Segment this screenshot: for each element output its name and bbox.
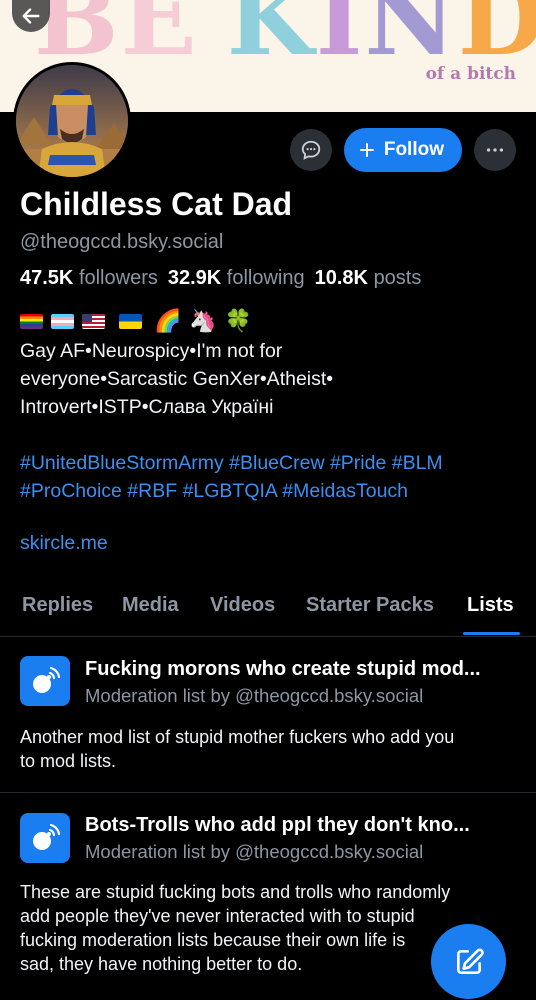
tab-starter-packs[interactable]: Starter Packs bbox=[306, 594, 434, 617]
us-flag-icon bbox=[82, 313, 105, 329]
list-meta: Moderation list by @theogccd.bsky.social bbox=[85, 841, 424, 862]
plus-icon bbox=[359, 143, 374, 157]
active-tab-indicator bbox=[463, 632, 520, 635]
rainbow-icon: 🌈 bbox=[154, 308, 182, 333]
list-title[interactable]: Fucking morons who create stupid mod... bbox=[85, 658, 481, 681]
posts-stat: 10.8K posts bbox=[315, 267, 422, 290]
profile-actions: Follow bbox=[289, 128, 516, 172]
display-name: Childless Cat Dad bbox=[20, 186, 293, 222]
following-label: following bbox=[226, 267, 305, 289]
avatar[interactable] bbox=[13, 62, 131, 180]
list-item[interactable]: Fucking morons who create stupid mod... … bbox=[0, 638, 536, 793]
list-description: Another mod list of stupid mother fucker… bbox=[20, 725, 520, 773]
following-stat[interactable]: 32.9K following bbox=[168, 267, 305, 290]
bio-link[interactable]: skircle.me bbox=[20, 532, 108, 555]
list-meta: Moderation list by @theogccd.bsky.social bbox=[85, 685, 424, 706]
chat-bubble-icon bbox=[301, 140, 321, 160]
arrow-left-icon bbox=[22, 8, 40, 24]
posts-label: posts bbox=[373, 267, 422, 289]
moderation-list-icon bbox=[20, 813, 70, 863]
profile-bio: Gay AF•Neurospicy•I'm not for everyone•S… bbox=[20, 337, 520, 421]
message-button[interactable] bbox=[289, 129, 332, 171]
tab-replies[interactable]: Replies bbox=[22, 594, 93, 617]
banner-subtitle: of a bitch bbox=[425, 64, 516, 84]
rainbow-flag-icon bbox=[20, 313, 43, 329]
followers-stat[interactable]: 47.5K followers bbox=[20, 267, 158, 290]
hashtag-line[interactable]: #UnitedBlueStormArmy #BlueCrew #Pride #B… bbox=[20, 449, 530, 477]
bio-emoji-row: 🌈 🦄 🍀 bbox=[20, 307, 252, 335]
banner-title-letter bbox=[199, 0, 227, 78]
following-count: 32.9K bbox=[167, 267, 222, 289]
trans-flag-icon bbox=[51, 313, 74, 329]
followers-count: 47.5K bbox=[20, 267, 74, 289]
tab-media[interactable]: Media bbox=[122, 594, 179, 617]
list-description-line: to mod lists. bbox=[20, 751, 117, 771]
compose-post-button[interactable] bbox=[431, 924, 506, 999]
follow-button[interactable]: Follow bbox=[343, 128, 462, 172]
hashtag-line[interactable]: #ProChoice #RBF #LGBTQIA #MeidasTouch bbox=[20, 477, 530, 505]
list-description-line: These are stupid fucking bots and trolls… bbox=[20, 882, 451, 902]
list-description-line: Another mod list of stupid mother fucker… bbox=[20, 727, 455, 747]
more-options-button[interactable] bbox=[474, 129, 516, 171]
ellipsis-icon bbox=[486, 148, 504, 152]
profile-stats: 47.5K followers 32.9K following 10.8K po… bbox=[20, 267, 421, 290]
moderation-list-icon bbox=[20, 656, 70, 706]
bio-line: Gay AF•Neurospicy•I'm not for bbox=[20, 340, 283, 362]
list-title[interactable]: Bots-Trolls who add ppl they don't kno..… bbox=[85, 814, 470, 837]
list-description-line: add people they've never interacted with… bbox=[20, 906, 415, 926]
ukraine-flag-icon bbox=[119, 313, 142, 329]
banner-title-letter: E bbox=[120, 0, 199, 78]
profile-tabs: Replies Media Videos Starter Packs Lists bbox=[0, 584, 536, 637]
profile-handle: @theogccd.bsky.social bbox=[20, 231, 224, 253]
bio-line: Introvert•ISTP•Слава Україні bbox=[20, 396, 274, 418]
followers-label: followers bbox=[78, 267, 158, 289]
bio-hashtags[interactable]: #UnitedBlueStormArmy #BlueCrew #Pride #B… bbox=[20, 449, 530, 505]
banner-title-letter: I bbox=[315, 0, 365, 78]
tab-videos[interactable]: Videos bbox=[210, 594, 275, 617]
four-leaf-clover-icon: 🍀 bbox=[224, 308, 253, 333]
compose-icon bbox=[456, 948, 484, 974]
banner-title-letter: K bbox=[226, 0, 316, 78]
bio-line: everyone•Sarcastic GenXer•Atheist• bbox=[20, 368, 334, 390]
posts-count: 10.8K bbox=[314, 267, 368, 289]
unicorn-icon: 🦄 bbox=[189, 308, 217, 333]
tab-lists[interactable]: Lists bbox=[467, 594, 514, 617]
follow-button-label: Follow bbox=[383, 139, 444, 160]
